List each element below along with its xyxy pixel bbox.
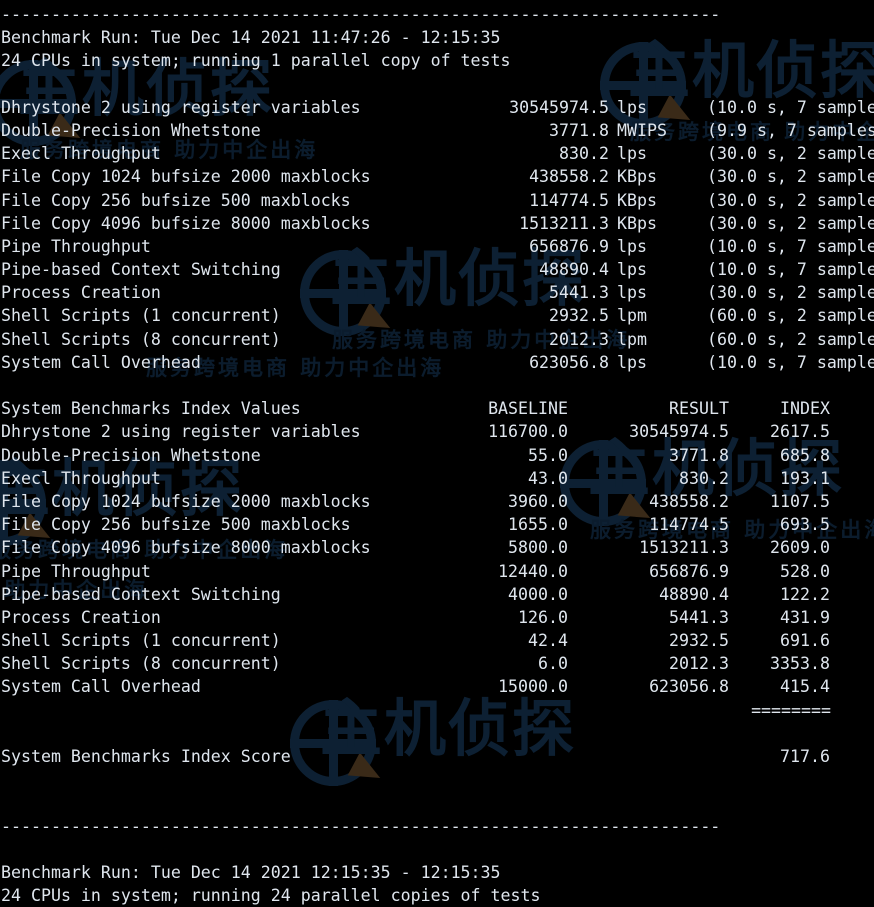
benchmark-unit: lps (617, 258, 647, 281)
benchmark-unit: KBps (617, 212, 657, 235)
benchmark-result-row: Dhrystone 2 using register variables3054… (1, 96, 874, 119)
blank-line (1, 722, 874, 745)
column-header-index: INDEX (1, 397, 830, 420)
terminal-output: ----------------------------------------… (0, 0, 874, 801)
benchmark-value: 3771.8 (1, 119, 609, 142)
benchmark-value: 623056.8 (1, 351, 609, 374)
index-table-row: Pipe-based Context Switching4000.048890.… (1, 583, 874, 606)
benchmark-timing: (10.0 s, 7 samples) (707, 96, 874, 119)
index-row-index: 2609.0 (1, 536, 830, 559)
blank-line (1, 374, 874, 397)
benchmark-value: 438558.2 (1, 165, 609, 188)
benchmark-result-row: System Call Overhead623056.8lps(10.0 s, … (1, 351, 874, 374)
benchmark-value: 48890.4 (1, 258, 609, 281)
benchmark-run-header-line1: Benchmark Run: Tue Dec 14 2021 11:47:26 … (1, 26, 874, 49)
index-table-row: Pipe Throughput12440.0656876.9528.0 (1, 560, 874, 583)
index-row-index: 415.4 (1, 675, 830, 698)
benchmark-result-row: Pipe Throughput656876.9lps(10.0 s, 7 sam… (1, 235, 874, 258)
benchmark-unit: KBps (617, 189, 657, 212)
benchmark-unit: lpm (617, 328, 647, 351)
benchmark-timing: (30.0 s, 2 samples) (707, 142, 874, 165)
benchmark-value: 2932.5 (1, 304, 609, 327)
benchmark-run-footer-line2: 24 CPUs in system; running 24 parallel c… (1, 884, 874, 907)
benchmark-unit: lpm (617, 304, 647, 327)
benchmark-result-row: Execl Throughput830.2lps(30.0 s, 2 sampl… (1, 142, 874, 165)
benchmark-result-row: Process Creation5441.3lps(30.0 s, 2 samp… (1, 281, 874, 304)
index-row-index: 3353.8 (1, 652, 830, 675)
blank-line (1, 838, 874, 861)
benchmark-result-row: Shell Scripts (8 concurrent)2012.3lpm(60… (1, 328, 874, 351)
benchmark-timing: (60.0 s, 2 samples) (707, 304, 874, 327)
index-row-index: 431.9 (1, 606, 830, 629)
index-table-row: Process Creation126.05441.3431.9 (1, 606, 874, 629)
benchmark-value: 30545974.5 (1, 96, 609, 119)
index-score-row: System Benchmarks Index Score 717.6 (1, 745, 874, 768)
index-row-index: 693.5 (1, 513, 830, 536)
benchmark-result-row: Shell Scripts (1 concurrent)2932.5lpm(60… (1, 304, 874, 327)
benchmark-timing: (30.0 s, 2 samples) (707, 189, 874, 212)
benchmark-run-footer-line1: Benchmark Run: Tue Dec 14 2021 12:15:35 … (1, 861, 874, 884)
benchmark-result-row: File Copy 256 bufsize 500 maxblocks11477… (1, 189, 874, 212)
benchmark-results-block: Dhrystone 2 using register variables3054… (1, 96, 874, 374)
index-score-value: 717.6 (1, 745, 830, 768)
index-row-index: 193.1 (1, 467, 830, 490)
separator-line-bottom: ----------------------------------------… (1, 815, 874, 838)
index-table-row: File Copy 256 bufsize 500 maxblocks1655.… (1, 513, 874, 536)
blank-line (1, 73, 874, 96)
blank-line (1, 768, 874, 791)
index-row-index: 691.6 (1, 629, 830, 652)
index-row-index: 2617.5 (1, 420, 830, 443)
index-table-row: System Call Overhead15000.0623056.8415.4 (1, 675, 874, 698)
benchmark-unit: lps (617, 96, 647, 119)
benchmark-unit: lps (617, 351, 647, 374)
benchmark-timing: (30.0 s, 2 samples) (707, 281, 874, 304)
benchmark-value: 830.2 (1, 142, 609, 165)
benchmark-value: 5441.3 (1, 281, 609, 304)
index-table-row: File Copy 1024 bufsize 2000 maxblocks396… (1, 490, 874, 513)
benchmark-timing: (60.0 s, 2 samples) (707, 328, 874, 351)
benchmark-unit: lps (617, 142, 647, 165)
benchmark-unit: lps (617, 281, 647, 304)
benchmark-result-row: File Copy 4096 bufsize 8000 maxblocks151… (1, 212, 874, 235)
index-table-row: Dhrystone 2 using register variables1167… (1, 420, 874, 443)
benchmark-timing: (9.9 s, 7 samples) (707, 119, 874, 142)
index-table-row: Shell Scripts (1 concurrent)42.42932.569… (1, 629, 874, 652)
benchmark-value: 2012.3 (1, 328, 609, 351)
benchmark-result-row: Pipe-based Context Switching48890.4lps(1… (1, 258, 874, 281)
benchmark-run-header-line2: 24 CPUs in system; running 1 parallel co… (1, 49, 874, 72)
benchmark-value: 1513211.3 (1, 212, 609, 235)
benchmark-value: 656876.9 (1, 235, 609, 258)
benchmark-timing: (30.0 s, 2 samples) (707, 165, 874, 188)
benchmark-unit: MWIPS (617, 119, 667, 142)
benchmark-unit: lps (617, 235, 647, 258)
benchmark-value: 114774.5 (1, 189, 609, 212)
blank-line (1, 791, 874, 814)
benchmark-timing: (10.0 s, 7 samples) (707, 235, 874, 258)
benchmark-result-row: Double-Precision Whetstone3771.8MWIPS(9.… (1, 119, 874, 142)
index-table-row: Double-Precision Whetstone55.03771.8685.… (1, 444, 874, 467)
benchmark-timing: (10.0 s, 7 samples) (707, 351, 874, 374)
benchmark-timing: (10.0 s, 7 samples) (707, 258, 874, 281)
index-row-index: 122.2 (1, 583, 830, 606)
index-table-row: File Copy 4096 bufsize 8000 maxblocks580… (1, 536, 874, 559)
index-table-header-row: System Benchmarks Index Values BASELINE … (1, 397, 874, 420)
separator-line-top: ----------------------------------------… (1, 3, 874, 26)
index-row-index: 685.8 (1, 444, 830, 467)
index-table-row: Execl Throughput43.0830.2193.1 (1, 467, 874, 490)
equals-rule: ======== (1, 699, 831, 722)
benchmark-unit: KBps (617, 165, 657, 188)
index-row-index: 528.0 (1, 560, 830, 583)
equals-rule-line: ======== (1, 699, 874, 722)
index-row-index: 1107.5 (1, 490, 830, 513)
index-values-block: Dhrystone 2 using register variables1167… (1, 420, 874, 698)
benchmark-timing: (30.0 s, 2 samples) (707, 212, 874, 235)
index-table-row: Shell Scripts (8 concurrent)6.02012.3335… (1, 652, 874, 675)
benchmark-result-row: File Copy 1024 bufsize 2000 maxblocks438… (1, 165, 874, 188)
